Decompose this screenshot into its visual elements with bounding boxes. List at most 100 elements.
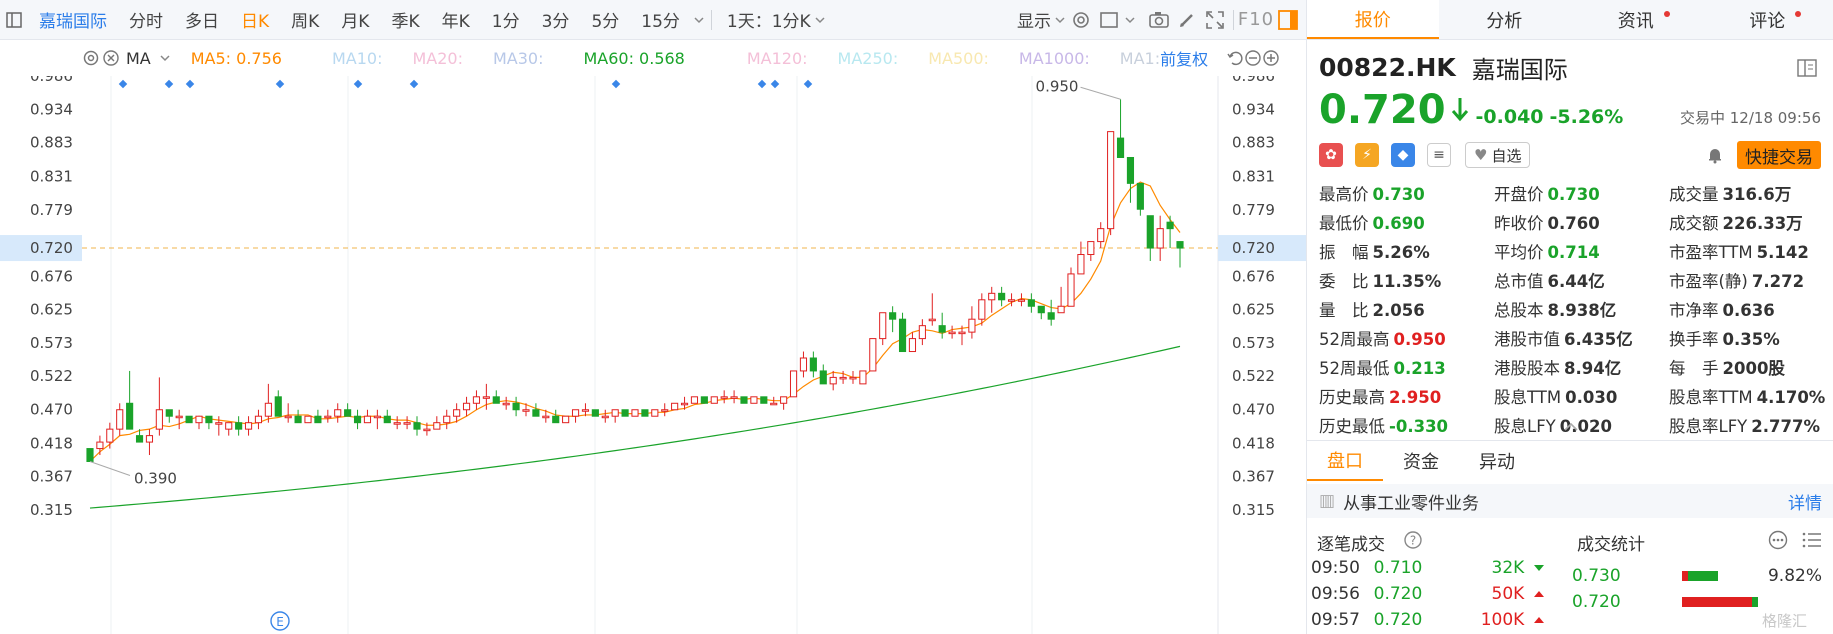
period-tab[interactable]: 日K — [230, 7, 280, 32]
candle-body — [1077, 254, 1085, 275]
trades-title: 逐笔成交 — [1317, 535, 1385, 555]
quote-tab[interactable]: 评论 — [1702, 0, 1833, 39]
ma-select[interactable]: MA — [126, 49, 151, 68]
candle-body — [1116, 137, 1125, 158]
note-icon[interactable]: ≡ — [1427, 143, 1451, 167]
chevron-down-icon[interactable] — [1053, 6, 1067, 34]
list-icon[interactable] — [1801, 529, 1823, 551]
quote-tab-label: 报价 — [1354, 9, 1391, 31]
candle-body — [859, 370, 867, 385]
stat-value: 0.730 — [1372, 185, 1425, 204]
sub-tab[interactable]: 异动 — [1459, 441, 1535, 481]
stat-label: 历史最高 — [1319, 388, 1385, 407]
high-annotation: 0.950 — [1036, 77, 1079, 95]
quick-trade-button[interactable]: 快捷交易 — [1737, 141, 1821, 169]
candle-body — [1126, 156, 1135, 184]
event-diamond-icon — [770, 79, 780, 89]
add-watchlist-button[interactable]: ♥ 自选 — [1465, 142, 1531, 168]
quote-tab[interactable]: 资讯 — [1570, 0, 1702, 39]
stat-value: 11.35% — [1372, 272, 1442, 291]
event-diamond-icon — [275, 79, 285, 89]
help-icon[interactable]: ? — [1403, 530, 1423, 550]
stat-item: 市盈率(静) 7.272 — [1669, 268, 1833, 292]
candle-body — [482, 396, 490, 399]
period-tab[interactable]: 月K — [330, 7, 380, 32]
notification-dot — [1663, 11, 1670, 17]
gear-icon[interactable] — [1067, 6, 1095, 34]
stat-label: 成交量 — [1669, 185, 1719, 204]
pencil-icon[interactable] — [1173, 6, 1201, 34]
chevron-down-icon[interactable] — [159, 44, 171, 72]
down-triangle-icon — [1534, 565, 1545, 571]
quote-tab[interactable]: 报价 — [1307, 0, 1439, 39]
candle-body — [770, 402, 778, 406]
display-menu[interactable]: 显示 — [1006, 7, 1053, 32]
period-select[interactable]: 1天：1分K — [716, 7, 822, 32]
candle-body — [512, 402, 520, 411]
candle-body — [700, 396, 708, 404]
detail-link[interactable]: 详情 — [1788, 489, 1822, 514]
quote-tab[interactable]: 分析 — [1439, 0, 1571, 39]
candle-body — [571, 409, 580, 417]
candle-body — [304, 415, 312, 424]
stat-label: 总股本 — [1494, 301, 1544, 320]
event-diamond-icon — [409, 79, 419, 89]
period-tab[interactable]: 1分 — [481, 7, 531, 32]
y-tick-label: 0.831 — [1232, 167, 1275, 185]
period-tab[interactable]: 5分 — [580, 7, 630, 32]
fullscreen-icon[interactable] — [1201, 6, 1229, 34]
ma500-value: MA500: — [928, 48, 989, 68]
period-tab[interactable]: 3分 — [531, 7, 581, 32]
stat-value: 7.272 — [1751, 272, 1805, 291]
period-tab[interactable]: 分时 — [118, 7, 174, 32]
stock-name-link[interactable]: 嘉瑞国际 — [28, 7, 118, 32]
candle-body — [651, 409, 659, 417]
lightning-icon[interactable]: ⚡ — [1355, 143, 1379, 167]
adjust-select[interactable]: 前复权 — [1160, 46, 1208, 70]
more-icon[interactable] — [1767, 529, 1789, 551]
candle-body — [740, 396, 748, 404]
f10-icon[interactable]: F10 — [1238, 6, 1274, 34]
period-tab[interactable]: 多日 — [174, 7, 230, 32]
chevron-down-icon[interactable] — [812, 6, 828, 34]
low-annotation: 0.390 — [134, 469, 177, 487]
candle-body — [344, 409, 352, 417]
candle-body — [522, 409, 530, 412]
chevron-down-icon[interactable] — [691, 6, 707, 34]
period-tab[interactable]: 周K — [280, 7, 330, 32]
candle-body — [1087, 241, 1095, 256]
zoom-out-icon[interactable] — [1244, 44, 1262, 72]
candle-body — [680, 402, 689, 406]
kline-chart[interactable]: 0.986 0.986 0.934 0.934 0.883 0.883 0.831 0.831… — [0, 76, 1306, 634]
camera-icon[interactable] — [1145, 6, 1173, 34]
chart-toolbar: 嘉瑞国际 分时 多日 日K 周K 月K 季K 年K 1分 3分 5分 15分 1天：1分K 显示 — [0, 0, 1306, 40]
hk-flag-icon[interactable]: ✿ — [1319, 143, 1343, 167]
undo-icon[interactable] — [1226, 44, 1244, 72]
candle-body — [938, 325, 946, 333]
candle-body — [205, 415, 213, 424]
close-icon[interactable] — [102, 44, 120, 72]
stat-value: 5.26% — [1372, 243, 1430, 262]
chevron-up-icon[interactable] — [1563, 422, 1579, 432]
stat-value: 226.33万 — [1722, 214, 1803, 233]
chevron-down-icon[interactable] — [1123, 6, 1137, 34]
period-tab[interactable]: 15分 — [630, 7, 691, 32]
ma1-value: MA1: — [1119, 48, 1161, 68]
period-tab[interactable]: 年K — [431, 7, 481, 32]
sub-tab[interactable]: 资金 — [1383, 441, 1459, 481]
bell-icon[interactable] — [1703, 143, 1727, 167]
sidebar-icon[interactable] — [1793, 54, 1821, 82]
sidebar-toggle-icon[interactable] — [0, 6, 28, 34]
candle-body — [403, 422, 411, 425]
right-panel-toggle-icon[interactable] — [1274, 6, 1302, 34]
sub-tab[interactable]: 盘口 — [1307, 441, 1383, 481]
box-select-icon[interactable] — [1095, 6, 1123, 34]
candle-body — [86, 448, 94, 462]
candle-body — [1166, 221, 1174, 230]
period-tab[interactable]: 季K — [380, 7, 430, 32]
tag-icon[interactable]: ◆ — [1391, 143, 1415, 167]
stat-item: 市净率 0.636 — [1669, 297, 1833, 321]
candle-body — [453, 409, 461, 417]
gear-icon[interactable] — [82, 44, 100, 72]
zoom-in-icon[interactable] — [1262, 44, 1280, 72]
